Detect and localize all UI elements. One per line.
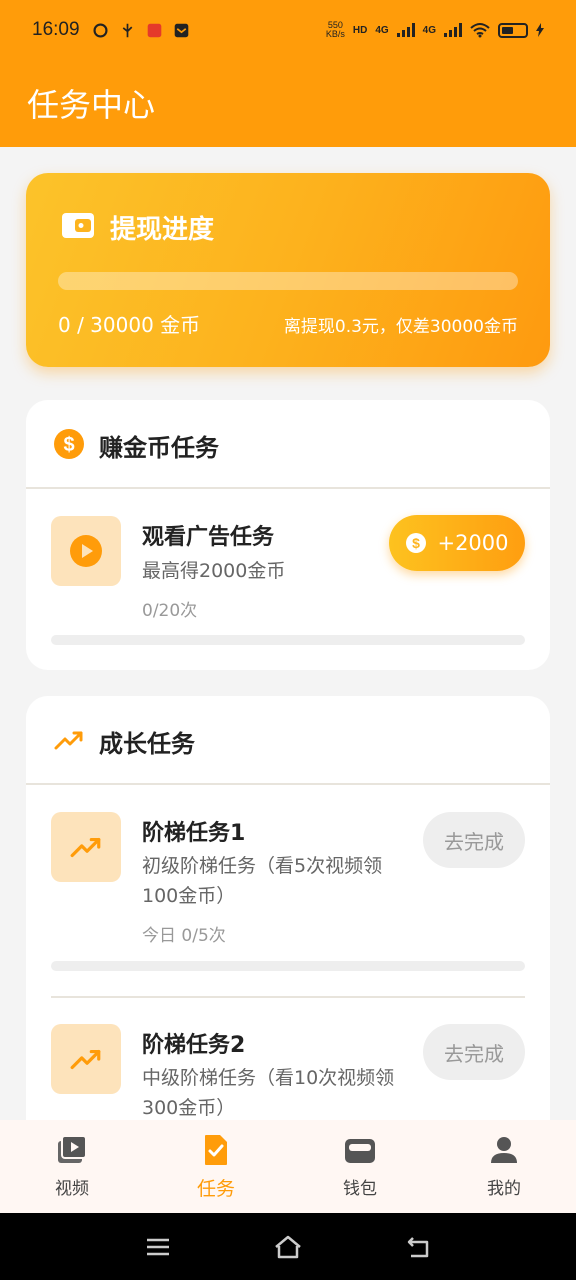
charging-icon (536, 23, 544, 37)
wallet-icon (345, 1139, 375, 1163)
status-time: 16:09 (32, 19, 80, 40)
nav-item-task[interactable]: 任务 (144, 1120, 288, 1213)
dollar-coin-icon: $ (54, 429, 84, 459)
complete-task-button[interactable]: 去完成 (423, 1024, 525, 1080)
task-progress-bar (51, 961, 525, 971)
usb-icon (122, 23, 132, 37)
back-icon[interactable] (403, 1232, 433, 1262)
menu-icon[interactable] (143, 1232, 173, 1262)
dollar-coin-icon: $ (406, 533, 427, 553)
wifi-icon (470, 23, 490, 38)
bottom-navigation: 视频 任务 钱包 我的 (0, 1120, 576, 1213)
withdraw-progress-card: 提现进度 0 / 30000 金币 离提现0.3元，仅差30000金币 (26, 173, 550, 367)
page-title: 任务中心 (27, 86, 156, 124)
signal-2: 4G (422, 24, 436, 36)
nav-label: 我的 (487, 1179, 521, 1199)
play-icon (70, 535, 102, 567)
reward-button[interactable]: $ +2000 (389, 515, 525, 571)
earn-coins-title: 赚金币任务 (99, 434, 219, 462)
battery-icon (498, 22, 528, 38)
nav-label: 视频 (55, 1179, 89, 1199)
nav-item-video[interactable]: 视频 (0, 1120, 144, 1213)
status-bar: 16:09 550 KB/s HD 4G 4G (0, 0, 576, 60)
wallet-icon (62, 213, 94, 238)
earn-coins-card: $ 赚金币任务 观看广告任务 最高得2000金币 0/20次 $ +2000 (26, 400, 550, 670)
task-progress-bar (51, 635, 525, 645)
withdraw-progress-bar (58, 272, 518, 290)
complete-task-button[interactable]: 去完成 (423, 812, 525, 868)
task-name: 阶梯任务2 (142, 1033, 246, 1058)
task-icon-box (51, 516, 121, 586)
task-name: 观看广告任务 (142, 525, 275, 550)
signal-1: 4G (375, 24, 389, 36)
coin-count: 0 / 30000 金币 (58, 313, 201, 337)
task-divider (51, 996, 525, 998)
task-description: 初级阶梯任务（看5次视频领100金币） (142, 855, 383, 907)
nav-item-wallet[interactable]: 钱包 (288, 1120, 432, 1213)
withdraw-hint: 离提现0.3元，仅差30000金币 (283, 317, 518, 337)
link-icon (93, 22, 108, 38)
growth-tasks-header: 成长任务 (26, 696, 550, 785)
svg-text:$: $ (63, 434, 74, 456)
nav-label: 钱包 (343, 1179, 377, 1199)
task-icon-box (51, 1024, 121, 1094)
signal-bars-icon (444, 23, 462, 37)
svg-text:$: $ (413, 535, 421, 551)
trending-up-icon (54, 731, 83, 750)
signal-bars-icon (396, 23, 415, 37)
earn-coins-header: $ 赚金币任务 (26, 400, 550, 489)
user-icon (491, 1137, 517, 1163)
task-count: 今日 0/5次 (142, 926, 226, 946)
task-name: 阶梯任务1 (142, 821, 246, 846)
home-icon[interactable] (273, 1232, 303, 1262)
reward-label: +2000 (437, 531, 509, 555)
growth-tasks-card: 成长任务 阶梯任务1 初级阶梯任务（看5次视频领100金币） 今日 0/5次 去… (26, 696, 550, 1136)
status-notification-icons (92, 22, 190, 39)
hd-indicator: HD (352, 24, 368, 36)
nav-label: 任务 (196, 1178, 235, 1200)
task-description: 中级阶梯任务（看10次视频领300金币） (142, 1067, 395, 1119)
task-icon-box (51, 812, 121, 882)
task-description: 最高得2000金币 (142, 560, 286, 582)
withdraw-title: 提现进度 (110, 215, 215, 245)
message-icon (174, 23, 188, 37)
trending-up-icon (70, 1049, 101, 1070)
video-icon (58, 1135, 87, 1163)
status-right-icons: 550 KB/s HD 4G 4G (326, 21, 544, 39)
system-navigation-bar (0, 1213, 576, 1280)
net-speed: 550 KB/s (325, 20, 345, 39)
task-count: 0/20次 (142, 601, 198, 621)
growth-tasks-title: 成长任务 (99, 730, 195, 758)
nav-item-me[interactable]: 我的 (432, 1120, 576, 1213)
app-notification-icon (147, 23, 161, 37)
task-icon (205, 1135, 227, 1165)
trending-up-icon (70, 837, 101, 858)
